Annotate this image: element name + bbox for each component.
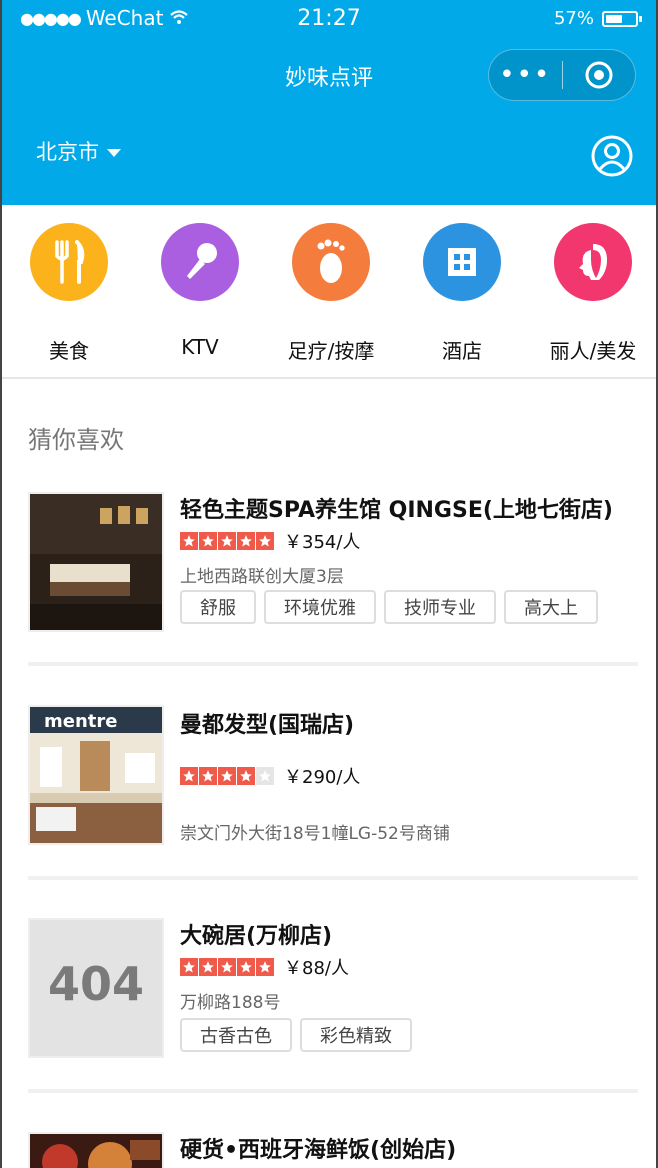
- user-profile-icon[interactable]: [590, 134, 634, 182]
- category-label: 足疗/按摩: [287, 339, 375, 363]
- star-icon: [237, 958, 255, 976]
- category-beauty[interactable]: 丽人/美发: [528, 223, 658, 364]
- tag: 环境优雅: [264, 590, 376, 624]
- battery-percent: 57%: [553, 8, 594, 29]
- fork-knife-icon: [30, 223, 108, 301]
- shop-address: 崇文门外大街18号1幢LG-52号商铺: [180, 824, 450, 844]
- rating-row: ￥88/人: [180, 954, 349, 980]
- shop-address: 上地西路联创大厦3层: [180, 567, 344, 587]
- divider: [28, 876, 638, 880]
- star-icon: [199, 532, 217, 550]
- star-rating: [180, 532, 274, 550]
- category-label: 丽人/美发: [549, 339, 637, 363]
- status-bar: ●●●●● WeChat 21:27 57%: [20, 6, 642, 36]
- star-rating: [180, 958, 274, 976]
- shop-thumbnail: [28, 492, 164, 632]
- price-per-person: ￥354/人: [284, 532, 361, 553]
- tag: 舒服: [180, 590, 256, 624]
- price-per-person: ￥290/人: [284, 767, 361, 788]
- shop-card[interactable]: 轻色主题SPA养生馆 QINGSE(上地七街店) ￥354/人 上地西路联创大厦…: [28, 492, 638, 632]
- price-per-person: ￥88/人: [284, 958, 349, 979]
- shop-thumbnail: [28, 1132, 164, 1168]
- city-selector[interactable]: 北京市: [36, 136, 121, 166]
- category-hotel[interactable]: 酒店: [397, 223, 527, 364]
- tag: 彩色精致: [300, 1018, 412, 1052]
- shop-name: 曼都发型(国瑞店): [180, 713, 355, 738]
- shop-name: 硬货•西班牙海鲜饭(创始店): [180, 1138, 457, 1163]
- placeholder-image: 404: [28, 918, 164, 1058]
- battery-icon: [602, 10, 642, 27]
- app-header: ●●●●● WeChat 21:27 57% 妙味点评 ••• 北京市: [2, 0, 656, 205]
- category-bar: 美食 KTV 足疗/按摩 酒店 丽人/美发: [2, 205, 656, 379]
- city-label: 北京市: [36, 140, 99, 164]
- divider: [28, 662, 638, 666]
- star-icon: [256, 958, 274, 976]
- star-rating: [180, 767, 274, 785]
- star-icon: [237, 767, 255, 785]
- tag-list: 舒服 环境优雅 技师专业 高大上: [180, 590, 598, 624]
- clock: 21:27: [297, 6, 361, 31]
- star-icon: [256, 767, 274, 785]
- star-icon: [237, 532, 255, 550]
- star-icon: [218, 958, 236, 976]
- shop-card[interactable]: 404 大碗居(万柳店) ￥88/人 万柳路188号 古香古色 彩色精致: [28, 918, 638, 1060]
- close-miniprogram-icon[interactable]: [563, 60, 636, 90]
- rating-row: ￥290/人: [180, 763, 360, 789]
- miniprogram-capsule: •••: [488, 49, 636, 101]
- tag: 技师专业: [384, 590, 496, 624]
- category-foot-massage[interactable]: 足疗/按摩: [266, 223, 396, 364]
- shop-name: 大碗居(万柳店): [180, 924, 333, 949]
- shop-address: 万柳路188号: [180, 993, 281, 1013]
- star-icon: [218, 532, 236, 550]
- star-icon: [199, 958, 217, 976]
- tag-list: 古香古色 彩色精致: [180, 1018, 412, 1052]
- not-found-label: 404: [48, 957, 144, 1011]
- category-label: 美食: [49, 339, 89, 363]
- star-icon: [180, 767, 198, 785]
- storefront-sign: mentre: [44, 711, 117, 732]
- tag: 高大上: [504, 590, 598, 624]
- caret-down-icon: [107, 148, 121, 157]
- category-label: 酒店: [442, 339, 482, 363]
- section-title: 猜你喜欢: [28, 426, 124, 454]
- star-icon: [180, 532, 198, 550]
- shop-name: 轻色主题SPA养生馆 QINGSE(上地七街店): [180, 498, 613, 523]
- shop-card[interactable]: mentre 曼都发型(国瑞店) ￥290/人 崇文门外大街18号1幢LG-52…: [28, 705, 638, 847]
- tag: 古香古色: [180, 1018, 292, 1052]
- category-label: KTV: [181, 335, 219, 359]
- divider: [28, 1089, 638, 1093]
- rating-row: ￥354/人: [180, 528, 360, 554]
- lady-icon: [554, 223, 632, 301]
- footprint-icon: [292, 223, 370, 301]
- star-icon: [180, 958, 198, 976]
- shop-thumbnail: mentre: [28, 705, 164, 845]
- star-icon: [218, 767, 236, 785]
- star-icon: [199, 767, 217, 785]
- star-icon: [256, 532, 274, 550]
- more-options-icon[interactable]: •••: [489, 60, 562, 90]
- building-icon: [423, 223, 501, 301]
- microphone-icon: [161, 223, 239, 301]
- shop-card[interactable]: 硬货•西班牙海鲜饭(创始店): [28, 1132, 638, 1168]
- category-food[interactable]: 美食: [4, 223, 134, 364]
- category-ktv[interactable]: KTV: [135, 223, 265, 359]
